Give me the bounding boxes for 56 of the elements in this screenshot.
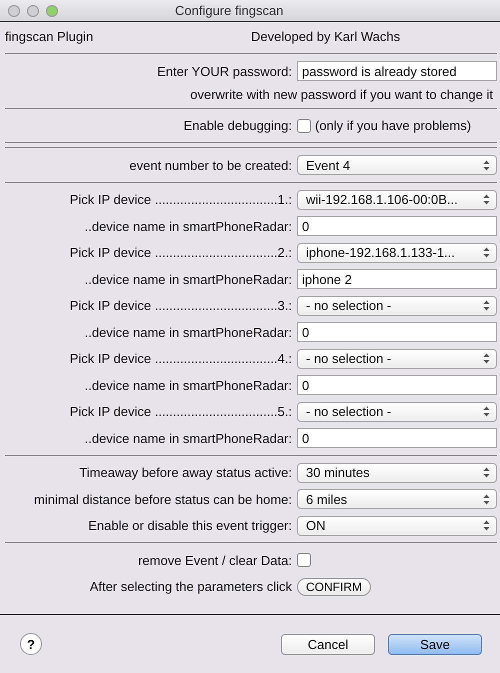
dropdown[interactable]: wii-192.168.1.106-00:0B... bbox=[297, 190, 497, 210]
dropdown[interactable]: Event 4 bbox=[297, 155, 497, 176]
field-label: Pick IP device ..................................2.: bbox=[68, 245, 293, 260]
field-label: After selecting the parameters click bbox=[88, 579, 293, 594]
stepper-arrows-icon bbox=[483, 467, 490, 478]
stepper-arrows-icon bbox=[483, 160, 490, 171]
text-field[interactable]: 0 bbox=[297, 216, 497, 236]
field-label: remove Event / clear Data: bbox=[137, 552, 293, 568]
text-field[interactable]: password is already stored bbox=[297, 61, 497, 82]
dropdown[interactable]: iphone-192.168.1.133-1... bbox=[297, 242, 497, 263]
stepper-arrows-icon bbox=[483, 406, 490, 418]
field-label: Enter YOUR password: bbox=[156, 64, 293, 79]
hint-text: overwrite with new password if you want to change it bbox=[190, 87, 493, 102]
stepper-arrows-icon bbox=[483, 520, 490, 532]
field-label: ..device name in smartPhoneRadar: bbox=[84, 218, 293, 234]
stepper-arrows-icon bbox=[483, 300, 490, 312]
field-label: Pick IP device ..................................3.: bbox=[68, 298, 293, 314]
field-label: Timeaway before away status active: bbox=[78, 465, 293, 480]
checkbox[interactable] bbox=[297, 553, 311, 568]
hint-text: (only if you have problems) bbox=[315, 118, 472, 134]
field-label: Enable or disable this event trigger: bbox=[87, 518, 293, 534]
dropdown[interactable]: - no selection - bbox=[297, 348, 497, 369]
text-field[interactable]: iphone 2 bbox=[297, 269, 497, 290]
dropdown[interactable]: - no selection - bbox=[297, 296, 497, 316]
text-field[interactable]: 0 bbox=[297, 322, 497, 342]
author-text: Developed by Karl Wachs bbox=[250, 28, 402, 44]
field-label: ..device name in smartPhoneRadar: bbox=[84, 272, 293, 287]
close-window-button[interactable] bbox=[8, 4, 20, 16]
field-label: minimal distance before status can be home: bbox=[33, 492, 293, 507]
field-label: Pick IP device ..................................5.: bbox=[68, 404, 293, 420]
field-label: ..device name in smartPhoneRadar: bbox=[84, 430, 293, 446]
stepper-arrows-icon bbox=[483, 194, 490, 206]
field-label: Enable debugging: bbox=[182, 118, 293, 134]
field-label: Pick IP device ..................................1.: bbox=[68, 192, 293, 208]
field-label: ..device name in smartPhoneRadar: bbox=[84, 378, 293, 393]
zoom-window-button[interactable] bbox=[46, 4, 58, 16]
plugin-name: fingscan Plugin bbox=[5, 28, 94, 44]
stepper-arrows-icon bbox=[483, 353, 490, 364]
cancel-button[interactable]: Cancel bbox=[281, 634, 375, 654]
minimize-window-button[interactable] bbox=[27, 4, 39, 16]
dropdown[interactable]: 6 miles bbox=[297, 489, 497, 510]
window-title: Configure fingscan bbox=[175, 3, 284, 18]
dropdown[interactable]: 30 minutes bbox=[297, 462, 497, 483]
field-label: event number to be created: bbox=[128, 158, 293, 173]
stepper-arrows-icon bbox=[483, 247, 490, 258]
text-field[interactable]: 0 bbox=[297, 375, 497, 396]
save-button[interactable]: Save bbox=[388, 634, 482, 654]
text-field[interactable]: 0 bbox=[297, 428, 497, 448]
confirm-button[interactable]: CONFIRM bbox=[297, 578, 371, 596]
dropdown[interactable]: ON bbox=[297, 516, 497, 536]
stepper-arrows-icon bbox=[483, 494, 490, 505]
checkbox[interactable] bbox=[297, 118, 311, 133]
field-label: ..device name in smartPhoneRadar: bbox=[84, 324, 293, 340]
field-label: Pick IP device ..................................4.: bbox=[68, 351, 293, 366]
help-button[interactable]: ? bbox=[20, 633, 42, 655]
dropdown[interactable]: - no selection - bbox=[297, 402, 497, 422]
